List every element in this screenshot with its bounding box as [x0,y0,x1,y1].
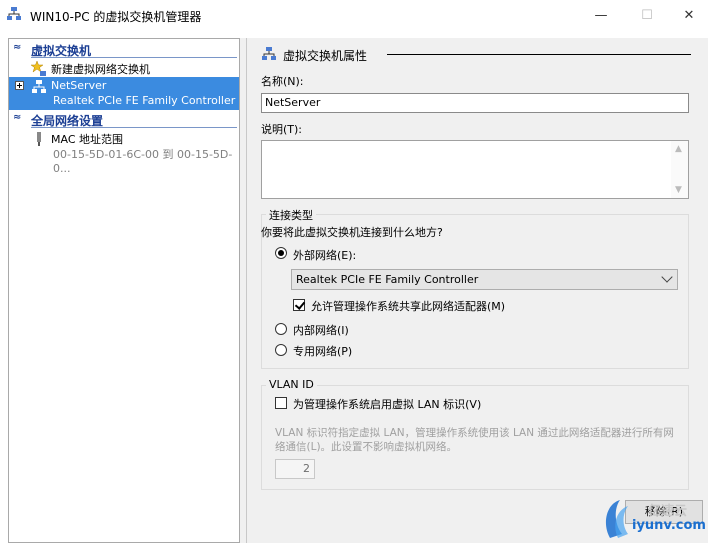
scroll-up-icon[interactable]: ▲ [675,144,682,154]
title-bar: WIN10-PC 的虚拟交换机管理器 — ☐ ✕ [0,0,708,31]
window-title: WIN10-PC 的虚拟交换机管理器 [30,10,202,24]
switch-properties-pane: 虚拟交换机属性 名称(N): NetServer 说明(T): ▲ ▼ 连接类型… [246,38,708,543]
virtual-switch-app-icon [7,7,21,20]
minimize-button[interactable]: — [578,0,624,31]
allow-share-label: 允许管理操作系统共享此网络适配器(M) [311,300,506,313]
new-switch-label: 新建虚拟网络交换机 [51,63,150,76]
connection-question: 你要将此虚拟交换机连接到什么地方? [261,226,443,239]
tree-item-mac-range[interactable]: MAC 地址范围 00-15-5D-01-6C-00 到 00-15-5D-0.… [9,129,239,175]
vlan-id-field[interactable]: 2 [275,459,315,479]
private-network-label: 专用网络(P) [293,345,353,358]
network-switch-icon [32,80,46,93]
vlan-enable-checkbox[interactable] [275,397,287,409]
chevron-down-icon [661,271,673,283]
connection-type-title: 连接类型 [266,207,316,223]
expand-plus-icon[interactable] [15,81,24,90]
netserver-name: NetServer [51,79,107,92]
switch-tree-pane: ≈ 虚拟交换机 新建虚拟网络交换机 NetServer Realtek PCIe… [8,38,240,543]
external-network-radio[interactable] [275,247,287,259]
name-label: 名称(N): [261,75,304,88]
description-field[interactable]: ▲ ▼ [261,140,689,199]
network-switch-icon [262,47,276,60]
properties-header: 虚拟交换机属性 [261,46,691,63]
name-field[interactable]: NetServer [261,93,689,113]
section-rule [31,127,237,128]
header-rule [387,54,691,55]
internal-network-radio[interactable] [275,323,287,335]
tree-item-new-switch[interactable]: 新建虚拟网络交换机 [9,59,239,77]
maximize-button[interactable]: ☐ [624,0,670,31]
section-virtual-switches[interactable]: ≈ 虚拟交换机 [9,41,239,58]
plug-icon [37,132,41,146]
vlan-description: VLAN 标识符指定虚拟 LAN，管理操作系统使用该 LAN 通过此网络适配器进… [275,427,674,453]
allow-share-checkbox[interactable] [293,299,305,311]
private-network-radio[interactable] [275,344,287,356]
vlan-group-title: VLAN ID [266,378,317,391]
internal-network-label: 内部网络(I) [293,324,349,337]
watermark-text-bottom: iyunv.com [632,518,706,533]
close-button[interactable]: ✕ [670,0,708,31]
mac-range-value: 00-15-5D-01-6C-00 到 00-15-5D-0... [53,148,233,175]
star-network-icon [31,61,46,76]
watermark-text-top: 亿速云 [648,504,688,519]
section-global-network-settings[interactable]: ≈ 全局网络设置 [9,111,239,128]
tree-item-netserver[interactable]: NetServer Realtek PCIe FE Family Control… [9,77,239,110]
section-rule [31,57,237,58]
adapter-selected-value: Realtek PCIe FE Family Controller [296,273,479,286]
adapter-dropdown[interactable]: Realtek PCIe FE Family Controller [291,269,678,290]
description-label: 说明(T): [261,123,303,136]
vlan-enable-label: 为管理操作系统启用虚拟 LAN 标识(V) [293,398,482,411]
description-scrollbar[interactable]: ▲ ▼ [671,141,688,198]
scroll-down-icon[interactable]: ▼ [675,185,682,195]
mac-range-label: MAC 地址范围 [51,133,123,146]
collapse-chevron-icon[interactable]: ≈ [13,112,21,123]
external-network-label: 外部网络(E): [293,249,357,262]
collapse-chevron-icon[interactable]: ≈ [13,42,21,53]
netserver-adapter: Realtek PCIe FE Family Controller [53,94,236,107]
properties-title: 虚拟交换机属性 [283,49,368,63]
